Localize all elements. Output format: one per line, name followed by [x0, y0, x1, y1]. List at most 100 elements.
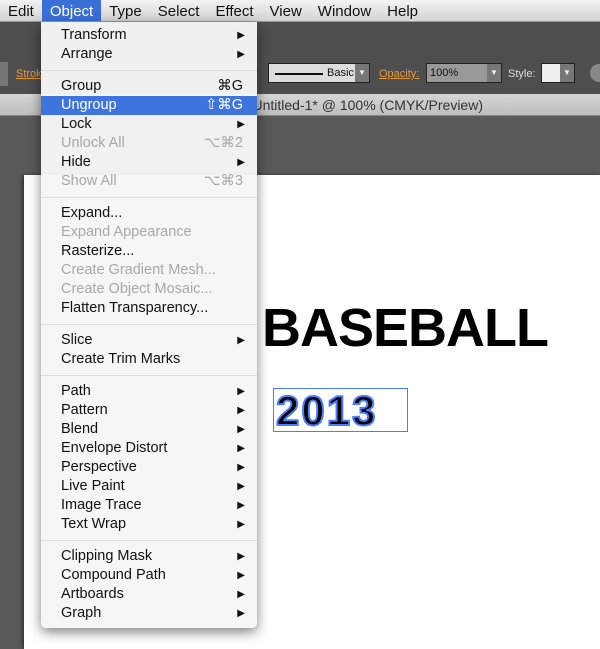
menu-item-label: Clipping Mask — [61, 548, 153, 564]
menu-item-label: Create Object Mosaic... — [61, 281, 213, 297]
submenu-arrow-icon: ▶ — [237, 608, 245, 619]
menu-item-create-gradient-mesh: Create Gradient Mesh... — [41, 261, 257, 280]
menu-edit[interactable]: Edit — [0, 0, 42, 21]
opacity-value: 100% — [430, 67, 459, 79]
submenu-arrow-icon: ▶ — [237, 157, 245, 168]
menu-item-label: Lock — [61, 116, 92, 132]
menu-item-label: Compound Path — [61, 567, 166, 583]
object-menu: Transform ▶ Arrange ▶ Group ⌘G Ungroup ⇧⌘G Lock ▶… — [41, 22, 257, 628]
menu-item-unlock-all: Unlock All ⌥⌘2 — [41, 134, 257, 153]
menu-view[interactable]: View — [262, 0, 310, 21]
submenu-arrow-icon: ▶ — [237, 386, 245, 397]
chevron-down-icon[interactable]: ▼ — [355, 64, 369, 82]
chevron-down-icon[interactable]: ▼ — [487, 64, 501, 82]
shortcut: ⇧⌘G — [205, 97, 243, 113]
menu-item-label: Artboards — [61, 586, 124, 602]
shortcut: ⌥⌘3 — [203, 173, 243, 189]
menu-window[interactable]: Window — [310, 0, 379, 21]
menu-item-show-all: Show All ⌥⌘3 — [41, 172, 257, 191]
style-swatch[interactable]: ▼ — [541, 63, 575, 83]
shortcut: ⌥⌘2 — [203, 135, 243, 151]
baseball-text[interactable]: BASEBALL — [262, 297, 549, 359]
submenu-arrow-icon: ▶ — [237, 551, 245, 562]
menu-item-lock[interactable]: Lock ▶ — [41, 115, 257, 134]
menu-item-label: Perspective — [61, 459, 137, 475]
menu-item-label: Pattern — [61, 402, 108, 418]
menu-item-hide[interactable]: Hide ▶ — [41, 153, 257, 172]
year-text: 2013 — [275, 386, 378, 435]
menu-item-text-wrap[interactable]: Text Wrap ▶ — [41, 515, 257, 534]
menu-item-live-paint[interactable]: Live Paint ▶ — [41, 477, 257, 496]
brush-value: Basic — [327, 67, 354, 79]
menu-item-rasterize[interactable]: Rasterize... — [41, 242, 257, 261]
menu-item-label: Path — [61, 383, 91, 399]
menu-item-ungroup[interactable]: Ungroup ⇧⌘G — [41, 96, 257, 115]
menu-help[interactable]: Help — [379, 0, 426, 21]
submenu-arrow-icon: ▶ — [237, 462, 245, 473]
menu-item-label: Create Gradient Mesh... — [61, 262, 216, 278]
menu-object[interactable]: Object — [41, 0, 102, 21]
menu-item-label: Arrange — [61, 46, 113, 62]
menu-item-clipping-mask[interactable]: Clipping Mask ▶ — [41, 547, 257, 566]
menu-item-blend[interactable]: Blend ▶ — [41, 420, 257, 439]
menu-item-group[interactable]: Group ⌘G — [41, 77, 257, 96]
submenu-arrow-icon: ▶ — [237, 443, 245, 454]
menu-item-arrange[interactable]: Arrange ▶ — [41, 45, 257, 64]
menu-type[interactable]: Type — [101, 0, 150, 21]
menu-item-label: Transform — [61, 27, 127, 43]
selected-year-group[interactable]: 2013 — [273, 386, 408, 435]
menu-item-label: Envelope Distort — [61, 440, 168, 456]
menu-separator — [41, 64, 257, 77]
menu-separator — [41, 318, 257, 331]
menu-item-label: Unlock All — [61, 135, 125, 151]
menu-item-transform[interactable]: Transform ▶ — [41, 26, 257, 45]
menu-effect[interactable]: Effect — [207, 0, 261, 21]
submenu-arrow-icon: ▶ — [237, 589, 245, 600]
control-left-edge — [0, 62, 8, 86]
menu-bar: Edit Object Type Select Effect View Window Help — [0, 0, 600, 22]
chevron-down-icon[interactable]: ▼ — [560, 64, 574, 82]
menu-item-artboards[interactable]: Artboards ▶ — [41, 585, 257, 604]
menu-item-slice[interactable]: Slice ▶ — [41, 331, 257, 350]
submenu-arrow-icon: ▶ — [237, 119, 245, 130]
menu-item-label: Expand Appearance — [61, 224, 192, 240]
menu-item-expand-appearance: Expand Appearance — [41, 223, 257, 242]
menu-item-path[interactable]: Path ▶ — [41, 382, 257, 401]
menu-item-expand[interactable]: Expand... — [41, 204, 257, 223]
submenu-arrow-icon: ▶ — [237, 424, 245, 435]
menu-item-label: Slice — [61, 332, 93, 348]
menu-item-label: Create Trim Marks — [61, 351, 181, 367]
menu-item-pattern[interactable]: Pattern ▶ — [41, 401, 257, 420]
document-title: Untitled-1* @ 100% (CMYK/Preview) — [252, 97, 483, 113]
submenu-arrow-icon: ▶ — [237, 30, 245, 41]
stroke-line-icon — [275, 73, 323, 75]
submenu-arrow-icon: ▶ — [237, 405, 245, 416]
menu-select[interactable]: Select — [150, 0, 208, 21]
menu-item-label: Graph — [61, 605, 102, 621]
submenu-arrow-icon: ▶ — [237, 481, 245, 492]
globe-icon[interactable] — [590, 64, 600, 82]
menu-item-label: Image Trace — [61, 497, 142, 513]
submenu-arrow-icon: ▶ — [237, 570, 245, 581]
menu-item-label: Hide — [61, 154, 91, 170]
menu-item-label: Text Wrap — [61, 516, 127, 532]
menu-item-image-trace[interactable]: Image Trace ▶ — [41, 496, 257, 515]
shortcut: ⌘G — [217, 78, 243, 94]
menu-item-flatten-transparency[interactable]: Flatten Transparency... — [41, 299, 257, 318]
menu-item-label: Live Paint — [61, 478, 125, 494]
submenu-arrow-icon: ▶ — [237, 519, 245, 530]
submenu-arrow-icon: ▶ — [237, 49, 245, 60]
menu-item-label: Show All — [61, 173, 117, 189]
menu-item-compound-path[interactable]: Compound Path ▶ — [41, 566, 257, 585]
brush-select[interactable]: Basic ▼ — [268, 63, 370, 83]
menu-item-perspective[interactable]: Perspective ▶ — [41, 458, 257, 477]
menu-item-graph[interactable]: Graph ▶ — [41, 604, 257, 623]
menu-separator — [41, 369, 257, 382]
menu-item-label: Expand... — [61, 205, 123, 221]
menu-item-create-trim-marks[interactable]: Create Trim Marks — [41, 350, 257, 369]
style-label: Style: — [508, 68, 536, 80]
opacity-label[interactable]: Opacity: — [379, 62, 419, 86]
menu-item-envelope-distort[interactable]: Envelope Distort ▶ — [41, 439, 257, 458]
menu-separator — [41, 534, 257, 547]
opacity-input[interactable]: 100% ▼ — [426, 63, 502, 83]
